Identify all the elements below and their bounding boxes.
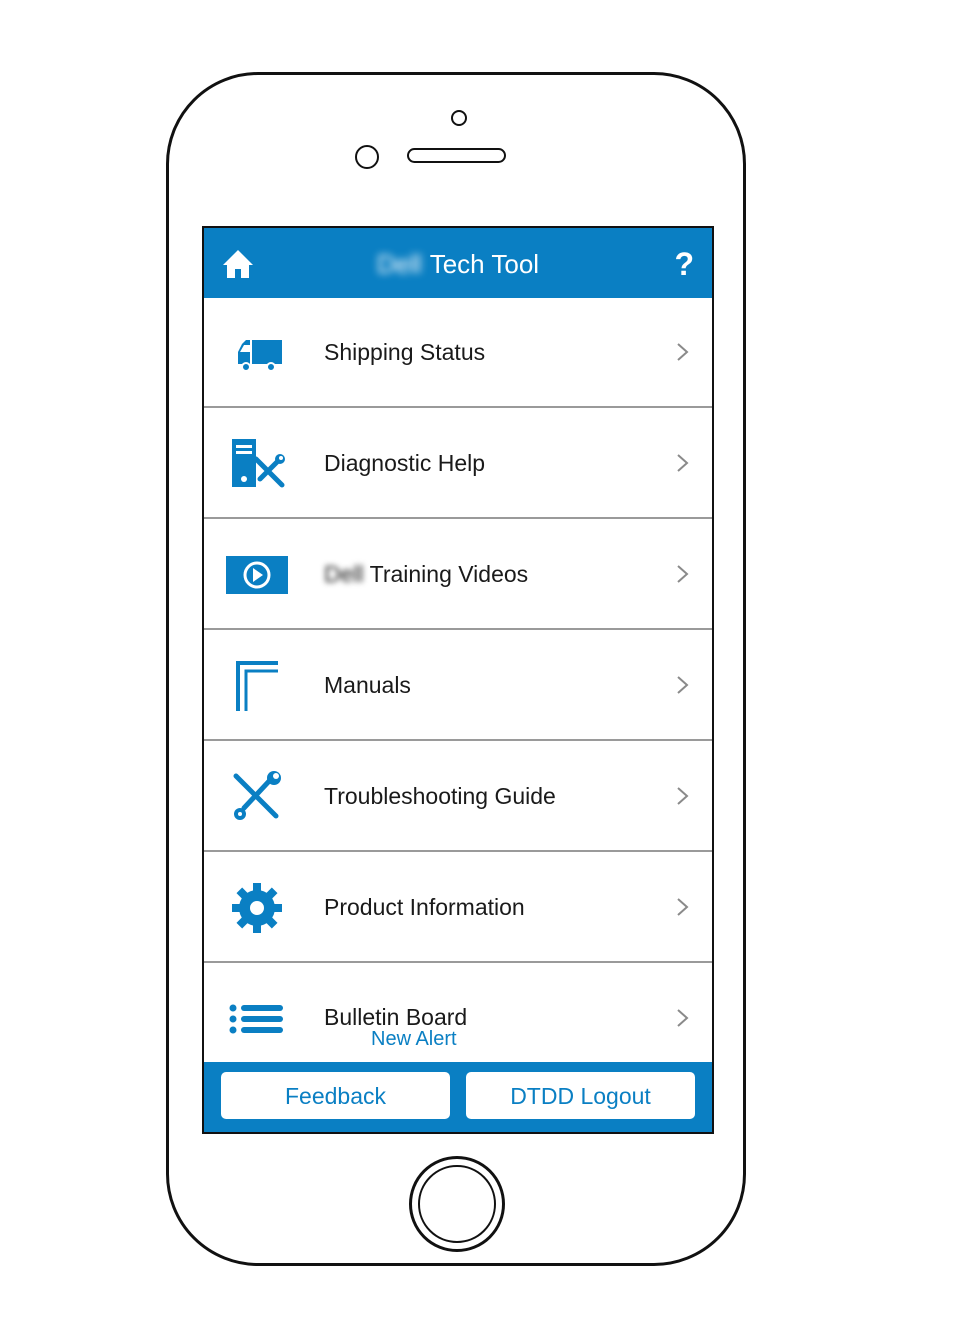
menu-item-label: Troubleshooting Guide (324, 783, 556, 809)
menu-item-diagnostic-help[interactable]: Diagnostic Help (204, 409, 712, 519)
manuals-icon (236, 661, 278, 711)
menu-item-manuals[interactable]: Manuals (204, 631, 712, 741)
list-icon (229, 1004, 283, 1034)
feedback-button[interactable]: Feedback (221, 1072, 450, 1119)
menu-item-label: Diagnostic Help (324, 450, 486, 476)
brand-name: Dell (324, 561, 364, 587)
logout-button[interactable]: DTDD Logout (466, 1072, 695, 1119)
menu-item-bulletin-board[interactable]: Bulletin Board New Alert (204, 964, 712, 1074)
proximity-sensor (355, 145, 379, 169)
menu-item-label: Shipping Status (324, 339, 486, 365)
chevron-right-icon (677, 454, 689, 472)
menu-item-label: Dell Training Videos (324, 561, 529, 587)
home-button[interactable] (409, 1156, 505, 1252)
menu-item-label: Manuals (324, 672, 411, 698)
app-title-text: Tech Tool (429, 249, 540, 279)
truck-icon (238, 340, 282, 372)
chevron-right-icon (677, 676, 689, 694)
chevron-right-icon (677, 565, 689, 583)
chevron-right-icon (677, 1009, 689, 1027)
brand-name: Dell (376, 249, 422, 279)
computer-tools-icon (232, 439, 285, 488)
menu-item-shipping-status[interactable]: Shipping Status (204, 298, 712, 408)
front-camera (451, 110, 467, 126)
chevron-right-icon (677, 898, 689, 916)
chevron-right-icon (677, 787, 689, 805)
menu-item-training-videos[interactable]: Dell Training Videos (204, 520, 712, 630)
app-screen: Dell Tech Tool ? Shipping Status Diagnost… (202, 226, 714, 1134)
menu-item-label: Product Information (324, 894, 525, 920)
earpiece-speaker (407, 148, 506, 163)
chevron-right-icon (677, 343, 689, 361)
menu-item-troubleshooting-guide[interactable]: Troubleshooting Guide (204, 742, 712, 852)
new-alert-label: New Alert (371, 1028, 457, 1050)
help-button[interactable]: ? (674, 228, 694, 298)
menu-item-product-information[interactable]: Product Information (204, 853, 712, 963)
app-title: Dell Tech Tool (204, 228, 712, 298)
footer-bar: Feedback DTDD Logout (204, 1062, 712, 1132)
gear-icon (232, 883, 282, 933)
app-header: Dell Tech Tool ? (204, 228, 712, 298)
tools-icon (233, 771, 281, 820)
video-play-icon (226, 556, 288, 594)
